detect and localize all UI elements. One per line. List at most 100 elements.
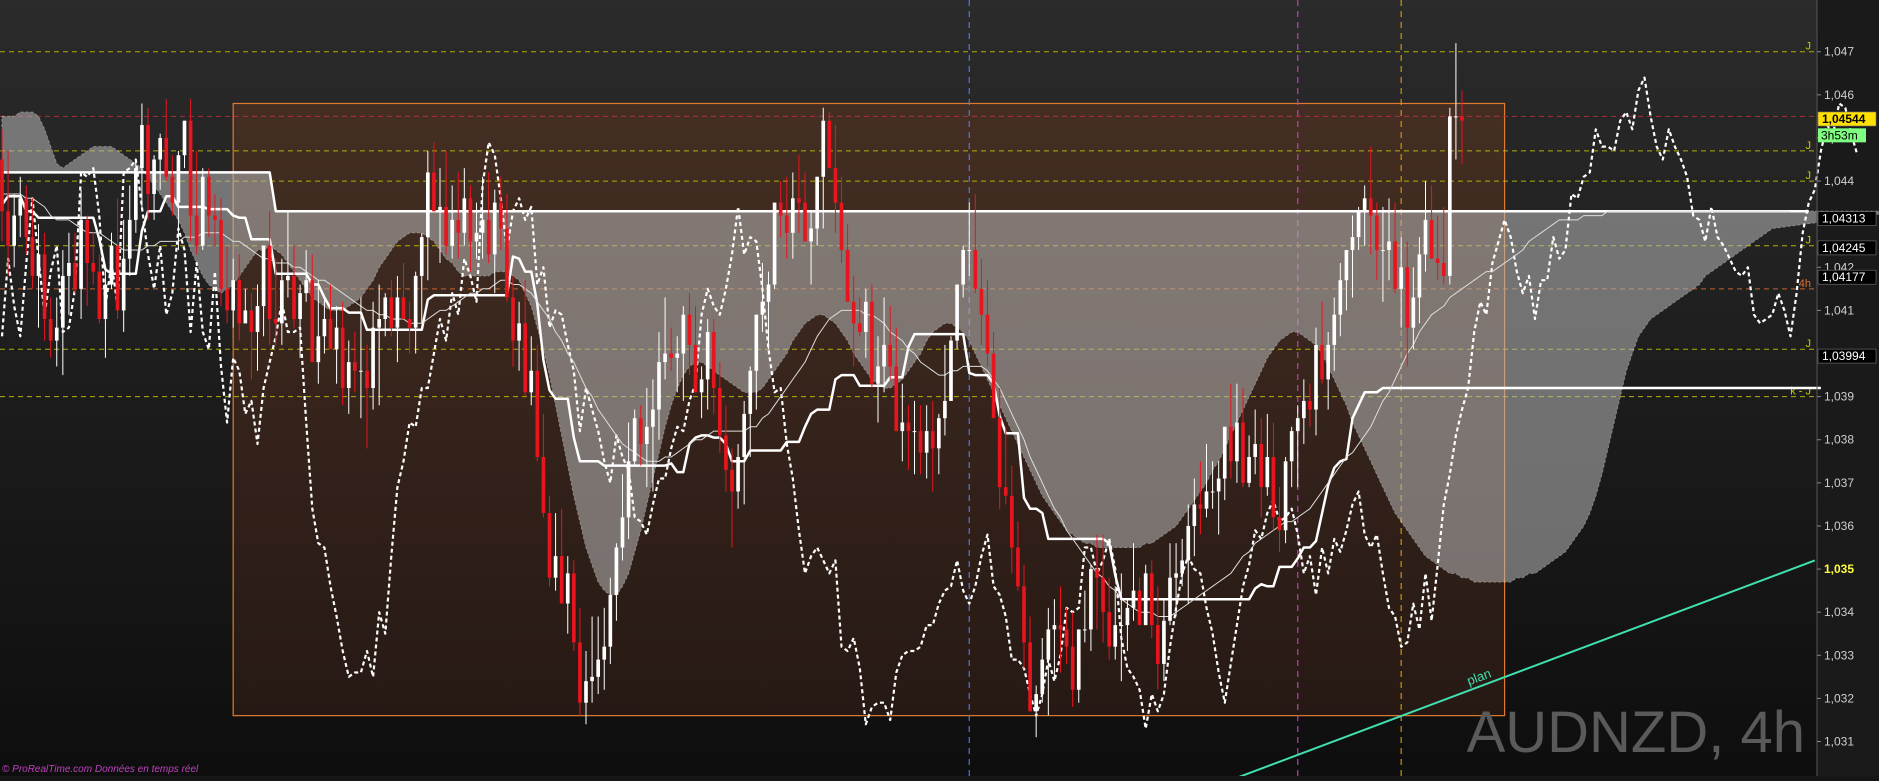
candle-body-118 xyxy=(718,388,722,436)
candle-188 xyxy=(1143,564,1148,626)
candle-body-140 xyxy=(851,301,856,324)
candle-body-62 xyxy=(377,319,381,328)
candle-211 xyxy=(1283,456,1288,544)
candle-body-108 xyxy=(657,362,661,410)
candle-body-37 xyxy=(225,288,229,311)
candle-body-68 xyxy=(413,275,418,328)
candle-body-33 xyxy=(200,176,205,246)
candle-body-75 xyxy=(456,219,461,233)
candle-body-128 xyxy=(778,202,783,216)
candle-body-176 xyxy=(1070,646,1075,690)
level-label-6: J xyxy=(1806,338,1812,350)
candle-body-97 xyxy=(590,676,594,682)
candle-body-122 xyxy=(742,413,746,457)
candle-body-30 xyxy=(182,120,187,156)
candle-body-237 xyxy=(1441,262,1446,276)
candle-body-7 xyxy=(42,254,47,320)
candle-body-209 xyxy=(1271,456,1276,518)
candle-body-166 xyxy=(1010,495,1014,548)
candle-body-215 xyxy=(1308,400,1312,410)
candle-body-60 xyxy=(365,370,369,388)
candle-body-119 xyxy=(724,435,728,470)
candle-body-150 xyxy=(912,431,917,433)
candle-body-4 xyxy=(24,198,29,238)
candle-body-208 xyxy=(1265,456,1270,488)
candle-body-136 xyxy=(827,120,832,169)
candle-body-100 xyxy=(608,594,613,647)
candle-body-223 xyxy=(1356,211,1361,238)
candle-body-89 xyxy=(541,456,546,514)
candle-body-101 xyxy=(614,547,619,595)
candle-body-52 xyxy=(316,336,321,363)
price-tag-4: 1,03994 xyxy=(1817,348,1877,364)
candle-body-107 xyxy=(651,409,655,427)
candle-body-219 xyxy=(1332,314,1337,345)
level-label-3: J xyxy=(1806,170,1812,182)
candle-body-15 xyxy=(91,262,96,272)
price-tag-label-1: 1,04313 xyxy=(1822,212,1866,226)
candle-body-129 xyxy=(784,215,789,233)
candle-body-123 xyxy=(748,370,753,414)
candle-body-13 xyxy=(79,219,83,289)
candle-body-67 xyxy=(407,319,412,328)
candle-body-231 xyxy=(1405,267,1410,328)
candle-body-41 xyxy=(249,310,254,332)
price-tag-3: 1,04177 xyxy=(1817,269,1877,285)
candle-body-162 xyxy=(985,314,990,354)
candle-body-83 xyxy=(505,228,509,298)
candle-body-240 xyxy=(1460,116,1464,121)
candle-body-45 xyxy=(273,319,278,324)
candle-body-112 xyxy=(681,314,686,354)
candle-body-76 xyxy=(462,198,467,233)
candle-body-125 xyxy=(760,301,765,315)
candle-body-8 xyxy=(48,319,53,341)
level-label-5: 4h xyxy=(1799,278,1811,290)
y-tick-label-0: 1,047 xyxy=(1824,45,1854,59)
candle-body-187 xyxy=(1137,590,1142,626)
candle-body-78 xyxy=(474,232,479,242)
candle-body-106 xyxy=(645,426,649,445)
y-tick-label-8: 1,037 xyxy=(1824,476,1854,490)
candle-body-167 xyxy=(1016,547,1020,587)
candle-body-130 xyxy=(791,198,795,233)
candle-body-117 xyxy=(711,331,716,388)
candle-body-235 xyxy=(1429,219,1434,259)
candle-127 xyxy=(772,202,777,289)
candle-body-133 xyxy=(809,228,813,242)
y-tick-label-7: 1,038 xyxy=(1824,433,1854,447)
candle-body-42 xyxy=(255,306,260,332)
watermark: AUDNZD, 4h xyxy=(1467,700,1805,765)
candle-body-20 xyxy=(121,258,126,311)
candle-body-204 xyxy=(1241,422,1245,483)
candle-body-114 xyxy=(693,344,698,393)
candle-body-11 xyxy=(67,262,71,276)
y-tick-label-6: 1,039 xyxy=(1824,390,1854,404)
candle-body-146 xyxy=(888,344,892,367)
candle-body-144 xyxy=(876,366,880,384)
candle-body-183 xyxy=(1113,625,1118,647)
candle-body-200 xyxy=(1216,478,1221,492)
candle-body-189 xyxy=(1149,573,1154,626)
countdown-tag: 3h53m xyxy=(1818,128,1866,143)
candle-body-134 xyxy=(815,176,819,229)
candle-body-64 xyxy=(389,297,394,328)
candle-body-214 xyxy=(1302,400,1306,419)
candle-body-151 xyxy=(918,431,923,453)
candle-body-95 xyxy=(578,642,582,703)
candle-body-217 xyxy=(1320,344,1324,380)
range-box xyxy=(232,102,1506,717)
candle-body-94 xyxy=(572,573,576,643)
candle-body-98 xyxy=(596,659,600,677)
candle-body-17 xyxy=(103,284,108,320)
candle-body-84 xyxy=(511,297,515,341)
candle-body-175 xyxy=(1064,629,1069,647)
candle-body-26 xyxy=(158,137,162,160)
level-label-0: J xyxy=(1806,41,1812,53)
price-tag-2: 1,04245 xyxy=(1817,240,1877,256)
candle-body-141 xyxy=(857,323,862,332)
candle-body-49 xyxy=(298,293,302,320)
candle-body-21 xyxy=(127,219,132,259)
price-tag-label-4: 1,03994 xyxy=(1822,349,1866,363)
candle-body-148 xyxy=(900,422,905,432)
candle-body-48 xyxy=(292,275,296,320)
